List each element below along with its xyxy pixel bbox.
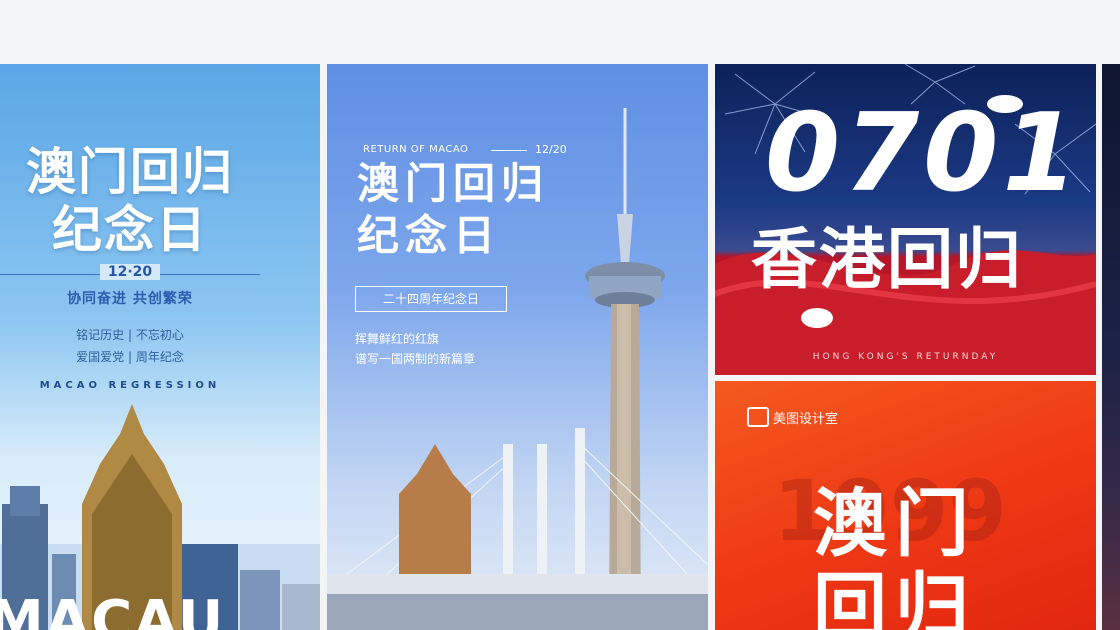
poster-date: 12·20 [100, 264, 160, 280]
poster-line-b: 爱国爱党 | 周年纪念 [76, 350, 184, 364]
poster-english: HONG KONG'S RETURNDAY [812, 352, 999, 362]
poster-card-hongkong[interactable]: 0701 香港回归 HONG KONG'S RETURNDAY [715, 64, 1096, 375]
brand-logo-icon [747, 407, 769, 427]
poster-card-macao-tower[interactable]: RETURN OF MACAO 12/20 澳门回归 纪念日 二十四周年纪念日 … [327, 64, 708, 630]
poster-line-a: 铭记历史 | 不忘初心 [76, 328, 184, 342]
poster-number: 0701 [765, 91, 1082, 216]
poster-big-word: MACAU [0, 589, 226, 630]
poster-title: 香港回归 [751, 221, 1023, 298]
poster-card-partial[interactable] [1102, 64, 1120, 630]
poster-slogan: 协同奋进 共创繁荣 [67, 291, 193, 307]
poster-title-line1: 澳门回归 [26, 143, 234, 201]
poster-title-line2: 纪念日 [52, 201, 208, 259]
top-bar [0, 0, 1120, 64]
poster-card-macao-blue[interactable]: 澳门回归 纪念日 12·20 协同奋进 共创繁荣 铭记历史 | 不忘初心 爱国爱… [0, 64, 320, 630]
poster-title-line2: 回归 [813, 565, 977, 630]
poster-title-line1: 澳门 [813, 481, 977, 567]
brand-name: 美图设计室 [773, 412, 839, 427]
poster-card-macao-orange[interactable]: 美图设计室 1999 澳门 回归 [715, 381, 1096, 630]
poster-english: MACAO REGRESSION [39, 380, 221, 391]
macau-tower-image [327, 108, 708, 630]
